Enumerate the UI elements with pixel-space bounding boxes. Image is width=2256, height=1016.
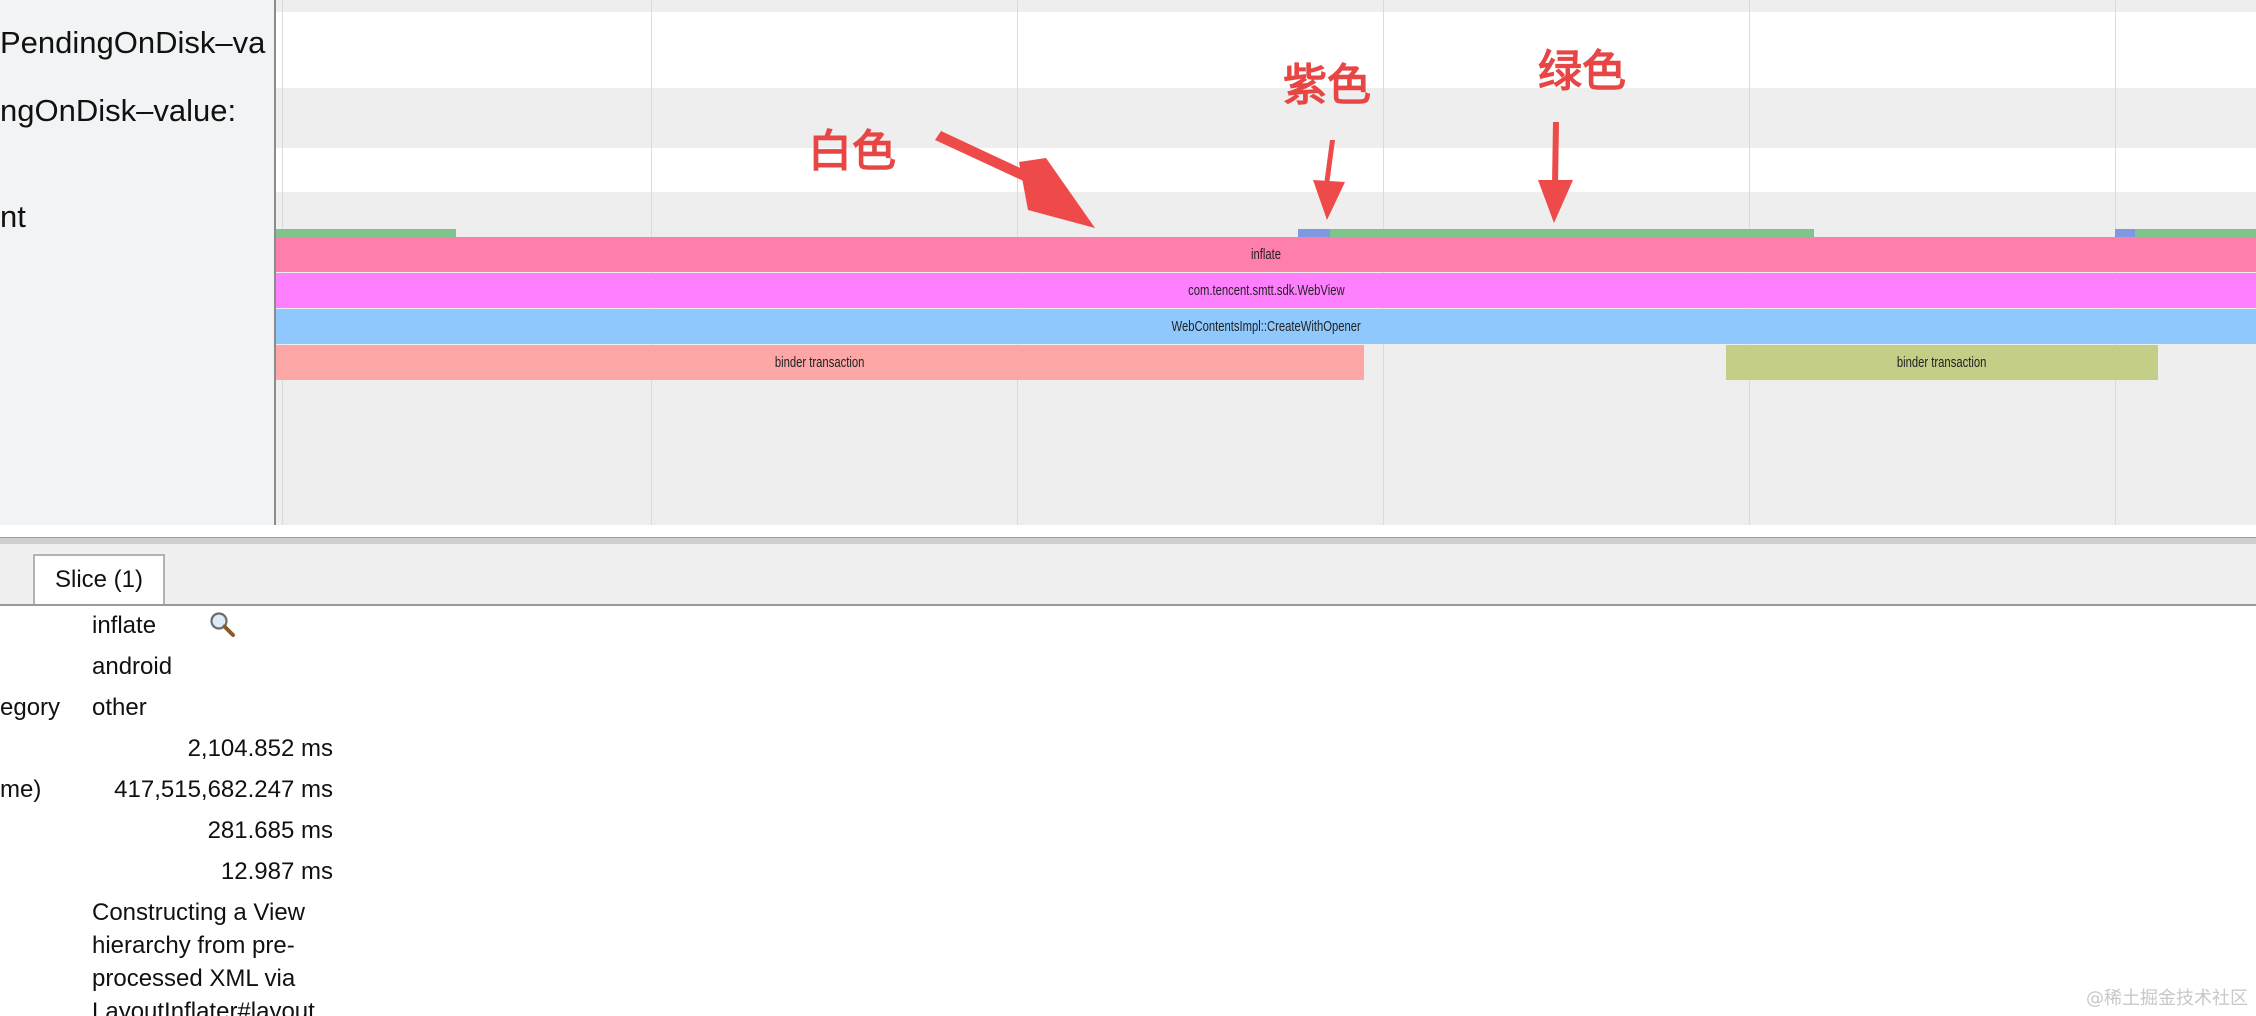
slice-details-panel: inflate android egory other 2,104.852 ms… [0,606,2256,1016]
slice-thread-duration-value: 281.685 ms [207,817,333,844]
annotation-purple: 紫色 [1283,60,1371,111]
annotation-white: 白色 [808,126,896,177]
slice-duration-value: 2,104.852 ms [187,735,333,762]
slice-name-value: inflate [92,612,157,639]
track-label-on-disk-value[interactable]: ngOnDisk–value: [0,95,236,126]
details-tab-strip: Slice (1) [0,544,2256,606]
slice-category-value: android [92,653,173,680]
track-label-pending-on-disk[interactable]: PendingOnDisk–va [0,27,265,58]
detail-label-time: me) [0,776,42,803]
purple-annotation-arrow [1313,140,1345,220]
tab-slice[interactable]: Slice (1) [33,554,165,604]
green-annotation-arrow [1538,122,1573,223]
slice-self-time-value: 12.987 ms [220,858,333,885]
timeline-canvas[interactable]: inflate com.tencent.smtt.sdk.WebView Web… [276,0,2256,525]
annotation-arrows [935,122,1573,228]
detail-label-category: egory [0,694,61,721]
slice-start-time-value: 417,515,682.247 ms [114,776,333,803]
search-icon[interactable] [208,610,236,638]
track-label-thread[interactable]: nt [0,201,26,232]
slice-description: Constructing a View hierarchy from pre-p… [92,899,315,1016]
white-annotation-arrow [935,131,1095,228]
slice-category-other-value: other [92,694,147,721]
track-label-sidebar: PendingOnDisk–va ngOnDisk–value: nt [0,0,276,525]
watermark: @稀土掘金技术社区 [2086,988,2248,1009]
annotation-green: 绿色 [1538,46,1626,97]
